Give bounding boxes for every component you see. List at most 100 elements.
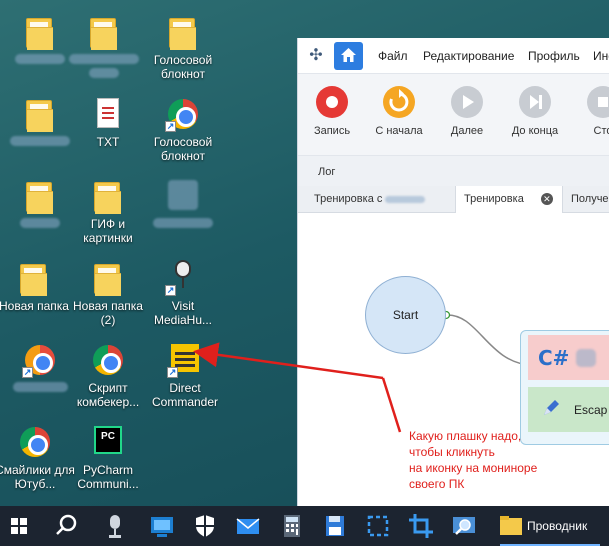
escape-label: Escap [574, 403, 608, 417]
stop-label: Сто [593, 125, 609, 137]
tab-training-active[interactable]: Тренировка ✕ [456, 186, 563, 214]
desktop-icon-new-folder-2[interactable]: Новая папка (2) [68, 260, 148, 327]
search-icon [56, 514, 77, 535]
pycharm-icon: PC [90, 424, 126, 460]
annotation-line: своего ПК [409, 477, 465, 491]
log-label: Лог [318, 166, 336, 178]
chrome-icon [17, 424, 53, 460]
desktop-icon-app[interactable] [143, 178, 223, 231]
taskbar-magnifier[interactable] [444, 506, 484, 546]
desktop-icon-label: PyCharm Communi... [77, 463, 139, 491]
next-label: Далее [450, 125, 484, 137]
blurred-label [12, 382, 68, 392]
taskbar-crop[interactable] [401, 506, 441, 546]
annotation-text: Какую плашку надо, чтобы кликнуть на ико… [409, 428, 609, 492]
desktop-icon-mediahuman[interactable]: ↗ Visit MediaHu... [143, 260, 223, 327]
escape-action[interactable]: Escap [528, 387, 609, 432]
stop-icon [587, 86, 609, 118]
desktop-icon-script-chrome[interactable]: Скрипт комбекер... [68, 342, 148, 409]
menu-profile[interactable]: Профиль [528, 49, 580, 63]
taskbar-search[interactable] [46, 506, 86, 546]
blurred-label [15, 54, 65, 64]
desktop-icon-label: Скрипт комбекер... [76, 381, 140, 409]
blurred-label [576, 349, 596, 367]
tab-label: Тренировка с [314, 193, 383, 205]
desktop-icon-label: Голосовой блокнот [153, 53, 213, 81]
to-end-button[interactable]: До конца [500, 86, 570, 137]
taskbar-security[interactable] [185, 506, 225, 546]
blurred-label [69, 54, 139, 64]
desktop-icon-new-folder[interactable]: Новая папка [0, 260, 74, 313]
taskbar: Проводник [0, 506, 609, 546]
desktop-icon-folder[interactable] [64, 14, 144, 81]
desktop-icon-label: TXT [96, 135, 120, 149]
stop-button[interactable]: Сто [568, 86, 609, 137]
blurred-label [89, 68, 119, 78]
taskbar-app-monitor[interactable] [142, 506, 182, 546]
desktop-icon-txt[interactable]: TXT [68, 96, 148, 149]
restart-icon [383, 86, 415, 118]
shield-icon [196, 515, 214, 537]
pen-icon [544, 400, 559, 415]
csharp-action[interactable]: C# [528, 335, 609, 380]
tab-receive[interactable]: Получе [563, 186, 609, 213]
blurred-label [20, 218, 60, 228]
taskbar-calculator[interactable] [272, 506, 312, 546]
blurred-label [10, 136, 70, 146]
next-button[interactable]: Далее [432, 86, 502, 137]
home-button[interactable] [334, 42, 363, 70]
chrome-icon [90, 342, 126, 378]
record-button[interactable]: Запись [297, 86, 367, 137]
floppy-icon [326, 516, 344, 536]
taskbar-mail[interactable] [228, 506, 268, 546]
folder-icon [500, 516, 522, 535]
restart-button[interactable]: С начала [364, 86, 434, 137]
desktop-icon-direct-commander[interactable]: ↗ Direct Commander [145, 342, 225, 409]
toolbar: Запись С начала Далее До конца Сто [298, 74, 609, 156]
app-logo-icon: ✣ [309, 47, 323, 64]
taskbar-snip[interactable] [358, 506, 398, 546]
menu-tools[interactable]: Инс [593, 49, 609, 63]
direct-commander-icon: ↗ [167, 342, 203, 378]
skip-end-icon [519, 86, 551, 118]
menu-edit[interactable]: Редактирование [423, 49, 514, 63]
folder-icon [22, 14, 58, 50]
blurred-label [385, 195, 426, 203]
close-icon[interactable]: ✕ [540, 193, 553, 206]
menu-file[interactable]: Файл [378, 49, 408, 63]
restart-label: С начала [375, 125, 423, 137]
annotation-line: Какую плашку надо, [409, 429, 522, 443]
chrome-icon: ↗ [165, 96, 201, 132]
tab-strip: Тренировка с Тренировка ✕ Получе [298, 186, 609, 214]
taskbar-explorer[interactable] [492, 506, 532, 546]
taskbar-microphone[interactable] [95, 506, 135, 546]
mail-icon [236, 518, 260, 534]
record-label: Запись [313, 125, 351, 137]
desktop-icon-label: Direct Commander [151, 381, 219, 409]
desktop-icon-smileys-chrome[interactable]: Смайлики для Ютуб... [0, 424, 75, 491]
start-node[interactable]: Start [365, 276, 446, 354]
crop-icon [409, 514, 433, 538]
monitor-icon [151, 517, 173, 537]
folder-icon [90, 178, 126, 214]
selection-icon [367, 515, 389, 537]
log-panel-header[interactable]: Лог [298, 156, 609, 186]
home-icon [341, 48, 356, 62]
windows-icon [11, 518, 27, 534]
microphone-icon [109, 515, 121, 538]
desktop-icon-pycharm[interactable]: PC PyCharm Communi... [68, 424, 148, 491]
desktop-icon-gif-folder[interactable]: ГИФ и картинки [68, 178, 148, 245]
app-icon: ↗ [22, 342, 58, 378]
taskbar-save[interactable] [315, 506, 355, 546]
explorer-label: Проводник [527, 519, 588, 533]
desktop-icon-label: Смайлики для Ютуб... [0, 463, 75, 491]
desktop-icon-voice-notepad-folder[interactable]: Голосовой блокнот [143, 14, 223, 81]
play-icon [451, 86, 483, 118]
magnifier-icon [453, 517, 475, 535]
tab-training-1[interactable]: Тренировка с [306, 186, 456, 213]
start-button[interactable] [0, 506, 40, 546]
desktop-icon-voice-notepad-chrome[interactable]: ↗ Голосовой блокнот [143, 96, 223, 163]
annotation-line: на иконку на мониноре [409, 461, 538, 475]
folder-icon [16, 260, 52, 296]
record-icon [316, 86, 348, 118]
